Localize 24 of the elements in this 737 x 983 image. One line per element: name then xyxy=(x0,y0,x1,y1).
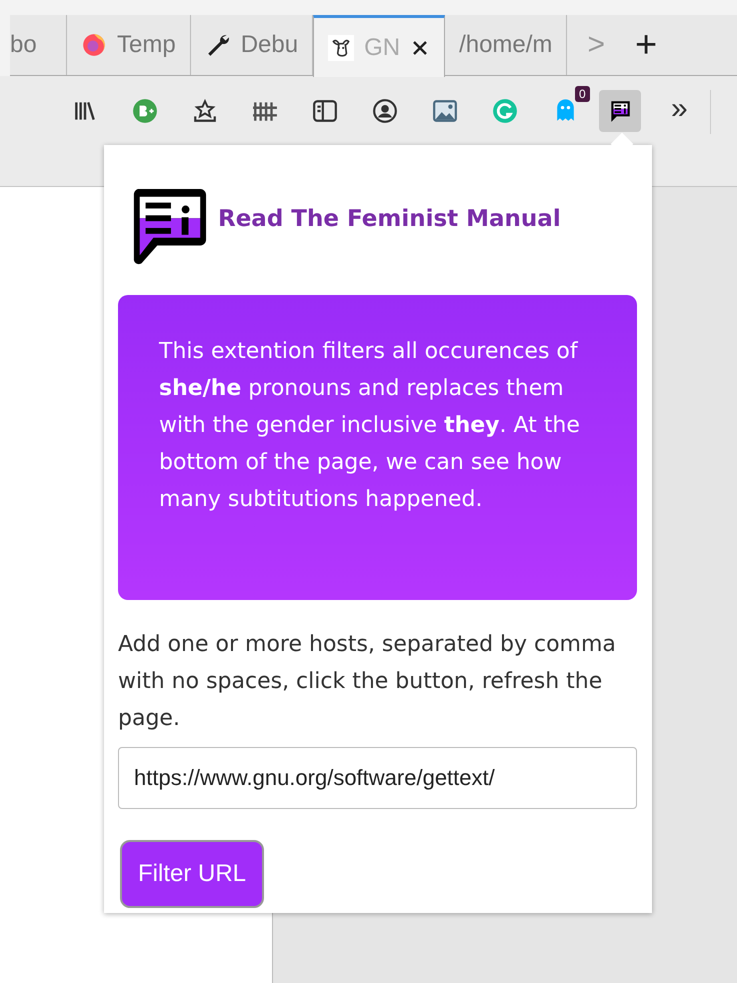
browser-tab[interactable]: GN xyxy=(313,15,446,77)
tab-title: bo xyxy=(10,31,37,59)
overflow-menu-button[interactable]: » xyxy=(671,98,688,120)
tab-title: GN xyxy=(364,34,400,62)
browser-tab[interactable]: /home/m xyxy=(445,15,568,75)
star-tray-icon[interactable] xyxy=(192,98,218,124)
tab-title: Debu xyxy=(240,31,298,59)
instructions-text: Add one or more hosts, separated by comma with no spaces, click the button, refresh the page. xyxy=(118,631,617,733)
url-input-field[interactable]: https://www.gnu.org/software/gettext/ xyxy=(118,747,637,809)
tab-title: /home/m xyxy=(459,31,552,59)
popup-title: Read The Feminist Manual xyxy=(218,206,561,232)
image-icon[interactable] xyxy=(432,98,458,124)
browser-tab[interactable]: bo xyxy=(10,15,67,75)
browser-tab[interactable]: Temp xyxy=(67,15,191,75)
sidebar-icon[interactable] xyxy=(312,98,338,124)
count-badge: 0 xyxy=(575,86,590,102)
extension-button[interactable] xyxy=(599,90,641,132)
bplus-icon[interactable] xyxy=(132,98,158,124)
account-icon[interactable] xyxy=(372,98,398,124)
info-text: This extention filters all occurences of she/he pronouns and replaces them with the gender inclusive they. At the bottom of the page, we can see how many subtitutions happened. xyxy=(159,338,581,514)
tab-title: Temp xyxy=(117,31,176,59)
filter-url-button[interactable]: Filter URL xyxy=(120,840,264,908)
scroll-tabs-button[interactable]: > xyxy=(567,28,625,62)
new-tab-button[interactable]: + xyxy=(624,24,678,66)
